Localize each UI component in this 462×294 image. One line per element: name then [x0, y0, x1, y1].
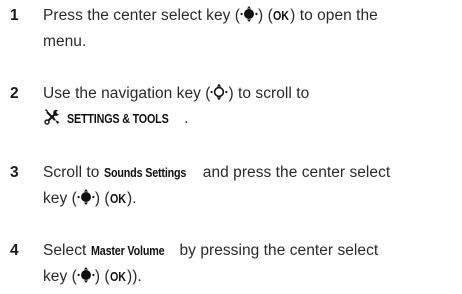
step-text-part: Use the navigation key (: [43, 85, 211, 102]
step-text-part: Select: [43, 242, 91, 259]
center-select-key-icon: [77, 266, 95, 284]
step-number: 1: [10, 7, 19, 24]
step-number: 3: [10, 164, 19, 181]
step-text-part: and press the center select: [198, 164, 391, 181]
step-text-part: ) to open the: [290, 7, 378, 24]
step-text-part: )).: [126, 268, 142, 285]
step-text-part: ) (: [94, 268, 110, 285]
step-text: Scroll to Sounds Settings and press the …: [43, 160, 462, 212]
instruction-steps: 1 Press the center select key () (OK) to…: [0, 0, 462, 294]
step-text-part: ) (: [258, 7, 273, 24]
step-line: SETTINGS & TOOLS.: [43, 106, 462, 132]
step-text-part: Scroll to: [43, 164, 104, 181]
step-line: Press the center select key ( ) (OK) to o…: [43, 3, 462, 29]
step-line: key ( ) (OK).: [43, 186, 462, 212]
step-text: Select Master Volume by pressing the cen…: [43, 238, 462, 290]
softkey-label: OK: [109, 270, 126, 284]
step-2: 2 Use the navigation key ( ) to scroll to…: [0, 81, 462, 137]
step-text-part: key (: [43, 268, 77, 285]
step-text-part: by pressing the center select: [175, 242, 379, 259]
menu-item-label: Sounds Settings: [103, 166, 187, 180]
step-line: Scroll to Sounds Settings and press the …: [43, 160, 462, 186]
step-number: 4: [10, 242, 19, 259]
softkey-label: OK: [272, 9, 289, 23]
step-number: 2: [10, 85, 19, 102]
step-line: key ( ) (OK)).: [43, 264, 462, 290]
softkey-label: OK: [109, 192, 126, 206]
step-text: Use the navigation key ( ) to scroll to S…: [43, 81, 462, 132]
navigation-key-icon: [210, 83, 228, 101]
settings-tools-icon: [43, 108, 62, 126]
menu-item-label: Master Volume: [90, 244, 165, 258]
menu-name-label: SETTINGS & TOOLS: [67, 112, 169, 126]
step-text-part: ) to scroll to: [228, 85, 310, 102]
step-text-part: .: [184, 110, 189, 127]
step-text: Press the center select key ( ) (OK) to o…: [43, 3, 462, 54]
step-text-part: ).: [126, 190, 137, 207]
step-text-part: key (: [43, 190, 77, 207]
center-select-key-icon: [240, 5, 258, 23]
step-text-part: ) (: [94, 190, 110, 207]
center-select-key-icon: [77, 188, 95, 206]
step-4: 4 Select Master Volume by pressing the c…: [0, 238, 462, 294]
step-1: 1 Press the center select key ( ) (OK) to…: [0, 3, 462, 59]
step-text-part: Press the center select key (: [43, 7, 241, 24]
step-line: Select Master Volume by pressing the cen…: [43, 238, 462, 264]
step-line: menu.: [43, 33, 87, 50]
step-3: 3 Scroll to Sounds Settings and press th…: [0, 160, 462, 216]
step-line: Use the navigation key ( ) to scroll to: [43, 81, 462, 106]
